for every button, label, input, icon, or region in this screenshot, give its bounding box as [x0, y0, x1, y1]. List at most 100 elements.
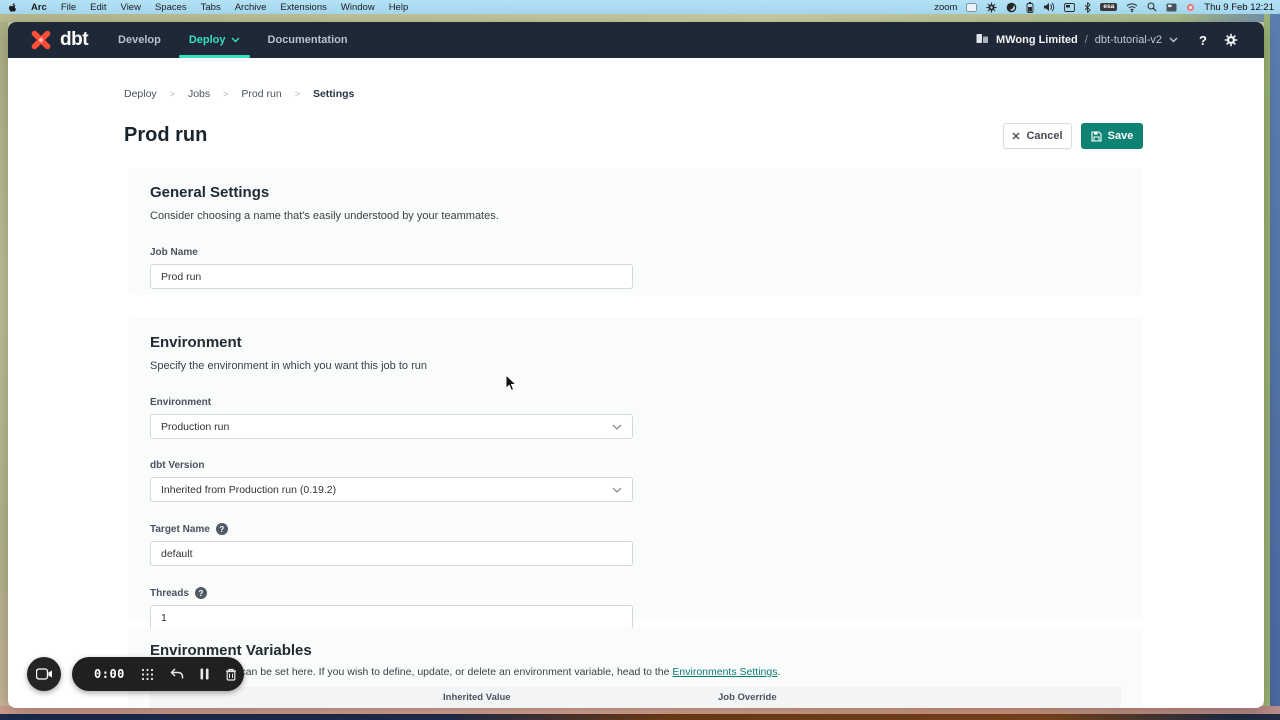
- menubar-item-view[interactable]: View: [121, 2, 141, 13]
- account-project[interactable]: dbt-tutorial-v2: [1095, 34, 1162, 46]
- menubar-item-tabs[interactable]: Tabs: [201, 2, 221, 13]
- recorder-toolbar: 0:00: [72, 657, 244, 691]
- apple-menu-icon[interactable]: [8, 2, 17, 13]
- menubar-item-window[interactable]: Window: [341, 2, 375, 13]
- active-tab-indicator: [179, 55, 250, 58]
- gear-icon[interactable]: [1224, 33, 1238, 47]
- settings-gear-icon[interactable]: [986, 2, 997, 13]
- environment-variables-table-header: Inherited Value Job Override: [150, 687, 1121, 708]
- annotation-tools-icon[interactable]: [141, 668, 154, 681]
- pause-icon[interactable]: [200, 668, 209, 680]
- menubar-item-edit[interactable]: Edit: [90, 2, 106, 13]
- account-separator: /: [1085, 34, 1088, 46]
- column-job-override: Job Override: [718, 692, 1121, 703]
- account-organization[interactable]: MWong Limited: [996, 34, 1078, 46]
- breadcrumb: Deploy > Jobs > Prod run > Settings: [124, 88, 354, 100]
- menubar-item-file[interactable]: File: [61, 2, 76, 13]
- recording-timer: 0:00: [94, 667, 125, 681]
- trash-icon[interactable]: [225, 668, 237, 681]
- page-title: Prod run: [124, 124, 207, 147]
- dbt-version-select[interactable]: Inherited from Production run (0.19.2): [150, 477, 633, 502]
- dbt-cloud-window: dbt Develop Deploy Documentation MWong L…: [8, 22, 1264, 708]
- wifi-icon[interactable]: [1126, 3, 1138, 12]
- nav-link-develop-label: Develop: [118, 34, 161, 46]
- wallpaper-right-blue-strip: [1270, 0, 1280, 720]
- nav-link-documentation-label: Documentation: [268, 34, 348, 46]
- breadcrumb-deploy[interactable]: Deploy: [124, 88, 157, 100]
- environment-card: Environment Specify the environment in w…: [128, 318, 1143, 620]
- environment-description: Specify the environment in which you wan…: [150, 360, 1121, 372]
- breadcrumb-jobs[interactable]: Jobs: [188, 88, 210, 100]
- macos-menu-bar: Arc File Edit View Spaces Tabs Archive E…: [0, 0, 1280, 14]
- breadcrumb-separator: >: [223, 89, 228, 99]
- breadcrumb-separator: >: [295, 89, 300, 99]
- wallpaper-left-strip: [0, 0, 8, 720]
- column-inherited-value: Inherited Value: [443, 692, 718, 703]
- close-icon: [1012, 132, 1020, 140]
- cancel-button-label: Cancel: [1026, 130, 1062, 142]
- wallpaper-top-strip: [0, 14, 1280, 22]
- save-button[interactable]: Save: [1081, 123, 1143, 149]
- recording-indicator-dot[interactable]: [1186, 3, 1195, 12]
- menubar-item-spaces[interactable]: Spaces: [155, 2, 187, 13]
- environment-select[interactable]: Production run: [150, 414, 633, 439]
- target-name-help-icon[interactable]: ?: [216, 523, 228, 535]
- environments-settings-link[interactable]: Environments Settings: [672, 666, 777, 678]
- undo-icon[interactable]: [170, 668, 184, 680]
- help-icon[interactable]: ?: [1199, 33, 1207, 48]
- display-preferences-icon[interactable]: [1064, 3, 1075, 12]
- environment-heading: Environment: [150, 334, 1121, 351]
- app-window-icon[interactable]: [966, 3, 977, 12]
- menubar-item-help[interactable]: Help: [389, 2, 409, 13]
- spotlight-search-icon[interactable]: [1147, 2, 1157, 12]
- dbt-version-select-value: Inherited from Production run (0.19.2): [161, 484, 336, 496]
- focus-mode-icon[interactable]: [1006, 2, 1017, 13]
- bluetooth-icon[interactable]: [1084, 2, 1091, 13]
- battery-icon[interactable]: [1026, 2, 1034, 13]
- video-camera-icon: [36, 668, 53, 680]
- job-name-input[interactable]: [150, 264, 633, 289]
- chevron-down-icon: [612, 487, 622, 493]
- target-name-input[interactable]: [150, 541, 633, 566]
- dbt-logo-text: dbt: [60, 29, 88, 51]
- threads-input[interactable]: [150, 605, 633, 630]
- environment-variables-card: Environment Variables Job level override…: [128, 628, 1143, 708]
- general-settings-description: Consider choosing a name that's easily u…: [150, 210, 1121, 222]
- input-source-badge[interactable]: esa: [1100, 3, 1117, 12]
- environment-select-value: Production run: [161, 421, 229, 433]
- env-vars-description-period: .: [777, 666, 780, 678]
- recorder-camera-button[interactable]: [27, 657, 61, 691]
- menubar-app-name[interactable]: Arc: [31, 2, 47, 13]
- breadcrumb-separator: >: [170, 89, 175, 99]
- dbt-navbar: dbt Develop Deploy Documentation MWong L…: [8, 22, 1264, 58]
- cancel-button[interactable]: Cancel: [1003, 123, 1072, 149]
- menubar-clock[interactable]: Thu 9 Feb 12:21: [1204, 2, 1274, 13]
- zoom-menu-item[interactable]: zoom: [934, 2, 957, 13]
- dbt-logo[interactable]: dbt: [28, 27, 88, 53]
- menubar-item-archive[interactable]: Archive: [235, 2, 267, 13]
- breadcrumb-settings: Settings: [313, 88, 354, 100]
- chevron-down-icon: [231, 37, 240, 43]
- environment-variables-description: Job level overrides can be set here. If …: [150, 666, 1121, 678]
- nav-link-deploy[interactable]: Deploy: [185, 22, 244, 58]
- volume-icon[interactable]: [1043, 2, 1055, 12]
- environment-variables-heading: Environment Variables: [150, 642, 1121, 659]
- nav-link-deploy-label: Deploy: [189, 34, 226, 46]
- chevron-down-icon: [612, 424, 622, 430]
- threads-help-icon[interactable]: ?: [195, 587, 207, 599]
- save-floppy-icon: [1091, 131, 1102, 142]
- nav-link-documentation[interactable]: Documentation: [264, 22, 352, 58]
- general-settings-heading: General Settings: [150, 184, 1121, 201]
- job-name-label: Job Name: [150, 247, 1121, 258]
- environment-select-label: Environment: [150, 397, 1121, 408]
- account-chevron-down-icon[interactable]: [1169, 37, 1178, 43]
- wallpaper-bottom-dark-strip: [0, 714, 1280, 720]
- breadcrumb-prod-run[interactable]: Prod run: [241, 88, 281, 100]
- dbt-logo-icon: [28, 27, 54, 53]
- control-center-icon[interactable]: [1166, 3, 1177, 12]
- menubar-item-extensions[interactable]: Extensions: [280, 2, 326, 13]
- target-name-label: Target Name ?: [150, 523, 1121, 535]
- organization-icon: [976, 31, 989, 49]
- nav-link-develop[interactable]: Develop: [114, 22, 165, 58]
- dbt-version-label: dbt Version: [150, 460, 1121, 471]
